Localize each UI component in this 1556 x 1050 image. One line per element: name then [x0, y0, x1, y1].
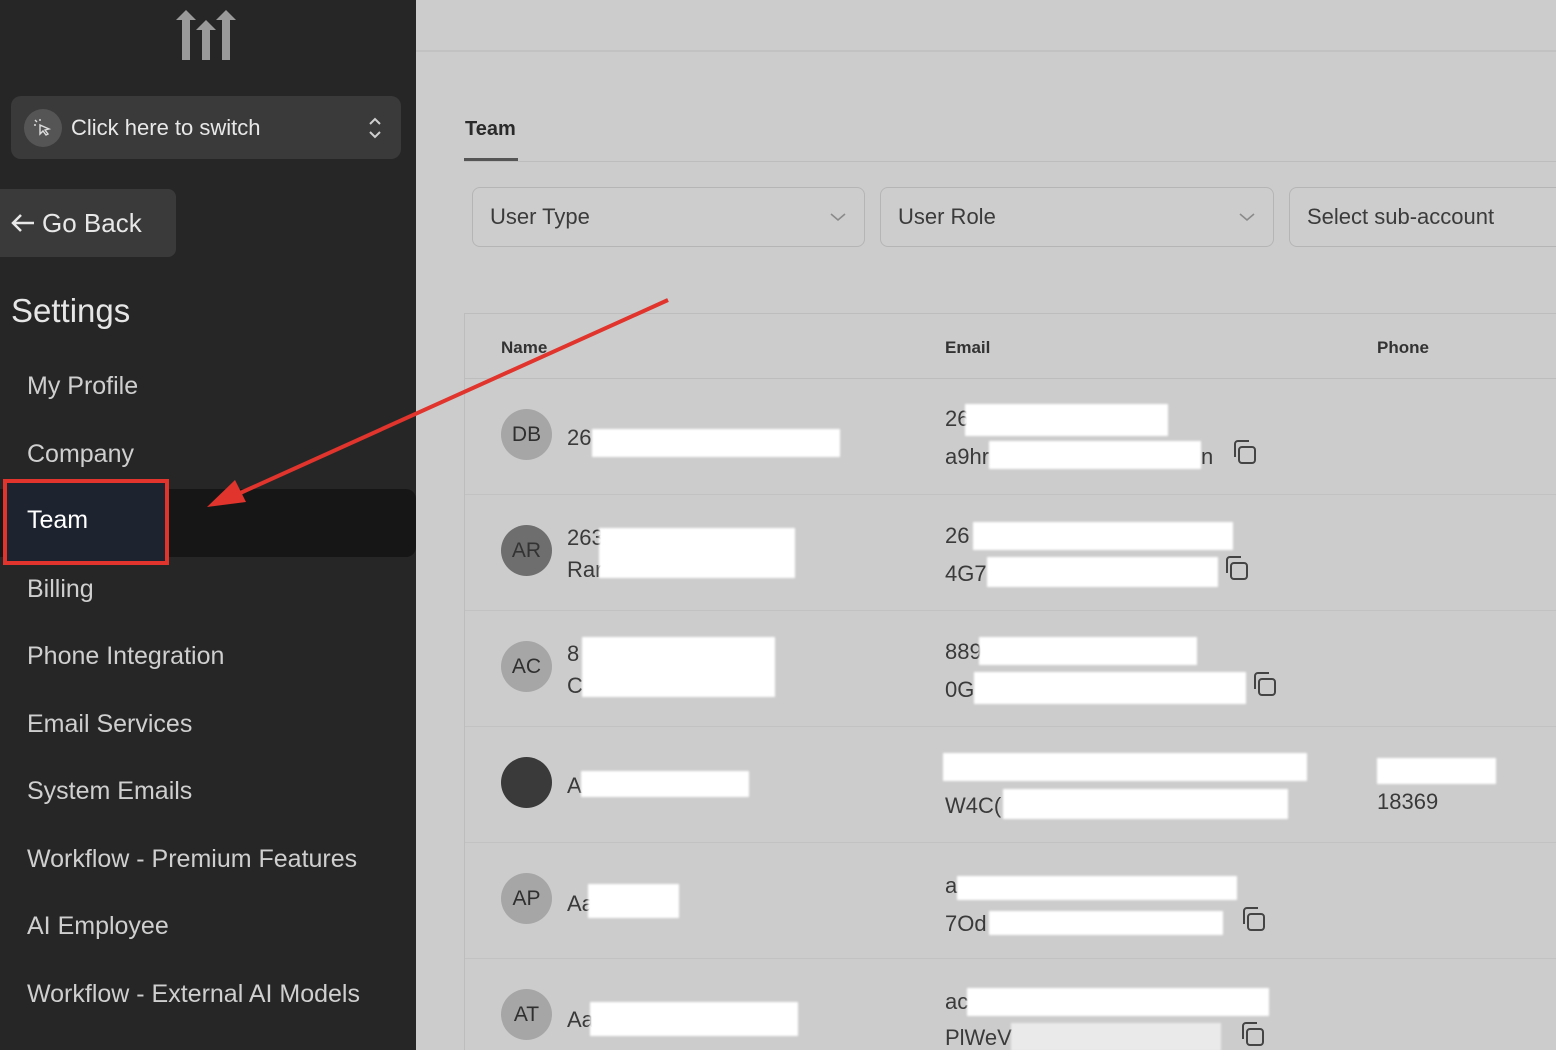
redaction — [590, 1002, 798, 1036]
redaction — [973, 522, 1233, 550]
avatar — [501, 757, 552, 808]
tab-team[interactable]: Team — [465, 118, 516, 141]
user-id: PlWeV — [945, 1025, 1012, 1050]
redaction — [1377, 758, 1496, 784]
chevron-up-down-icon — [369, 117, 381, 138]
switcher-label: Click here to switch — [71, 114, 261, 140]
column-header-email: Email — [945, 338, 991, 357]
redaction — [979, 637, 1197, 665]
sidebar-item-team[interactable]: Team — [27, 506, 88, 535]
copy-icon[interactable] — [1237, 1019, 1267, 1049]
sidebar-item-phone-integration[interactable]: Phone Integration — [27, 642, 224, 671]
user-type-select[interactable]: User Type — [472, 187, 865, 247]
avatar: AP — [501, 873, 552, 924]
user-email: 26 — [945, 523, 970, 548]
column-header-name: Name — [501, 338, 548, 357]
redaction — [967, 988, 1269, 1016]
sidebar-item-my-profile[interactable]: My Profile — [27, 372, 138, 401]
user-name-line2: C — [567, 673, 583, 698]
account-switcher[interactable]: Click here to switch — [11, 96, 401, 159]
avatar: AT — [501, 989, 552, 1040]
table-row[interactable]: A W4C( 18369 — [465, 727, 1556, 843]
user-role-label: User Role — [898, 204, 996, 229]
sidebar: Click here to switch Go Back Settings My… — [0, 0, 416, 1050]
sidebar-item-email-services[interactable]: Email Services — [27, 710, 192, 739]
user-id: W4C( — [945, 793, 1002, 818]
chevron-down-icon — [1239, 213, 1255, 222]
redaction — [989, 911, 1223, 935]
table-row[interactable]: AT Aa ac PlWeV — [465, 959, 1556, 1050]
redaction — [943, 753, 1307, 781]
user-id-tail: n — [1201, 444, 1214, 469]
user-name: A — [567, 773, 582, 798]
redaction — [957, 876, 1237, 900]
topbar-divider — [416, 50, 1556, 52]
redaction — [588, 884, 679, 918]
user-id: 4G7 — [945, 561, 987, 586]
main-content: Team User Type User Role Select sub-acco… — [416, 0, 1556, 1050]
user-role-select[interactable]: User Role — [880, 187, 1274, 247]
redaction — [599, 528, 795, 578]
copy-icon[interactable] — [1238, 904, 1268, 934]
user-name: 8 — [567, 641, 580, 666]
chevron-down-icon — [830, 213, 846, 222]
sidebar-item-billing[interactable]: Billing — [27, 575, 94, 604]
arrow-left-icon — [11, 214, 34, 232]
go-back-label: Go Back — [42, 207, 142, 238]
sidebar-item-company[interactable]: Company — [27, 440, 134, 469]
user-email: a — [945, 873, 958, 898]
redaction — [581, 771, 749, 797]
sub-account-label: Select sub-account — [1307, 204, 1495, 229]
user-email: ac — [945, 989, 969, 1014]
sidebar-item-workflow-premium[interactable]: Workflow - Premium Features — [27, 845, 357, 874]
team-table: Name Email Phone DB 26 26 a9hr n AR 263 … — [464, 313, 1556, 1050]
cursor-click-icon — [24, 108, 62, 147]
tab-divider — [464, 161, 1556, 162]
redaction — [1003, 789, 1288, 819]
user-name-line2: Rar — [567, 557, 603, 582]
redaction — [582, 637, 775, 697]
copy-icon[interactable] — [1229, 437, 1259, 467]
user-id: 0G — [945, 677, 975, 702]
user-id: a9hr — [945, 444, 990, 469]
user-email: 889 — [945, 639, 982, 664]
sub-account-select[interactable]: Select sub-account — [1289, 187, 1556, 247]
table-row[interactable]: AR 263 Rar 26 4G7 — [465, 495, 1556, 611]
user-phone: 18369 — [1377, 789, 1439, 814]
user-type-label: User Type — [490, 204, 590, 229]
redaction — [592, 429, 840, 457]
user-name: 26 — [567, 425, 592, 450]
copy-icon[interactable] — [1249, 669, 1279, 699]
table-row[interactable]: AP Aa a 7Od — [465, 843, 1556, 959]
redaction — [1011, 1023, 1221, 1050]
redaction — [987, 557, 1218, 587]
avatar: DB — [501, 409, 552, 460]
redaction — [989, 441, 1201, 469]
user-id: 7Od — [945, 911, 987, 936]
table-row[interactable]: DB 26 26 a9hr n — [465, 379, 1556, 495]
sidebar-item-workflow-external-ai[interactable]: Workflow - External AI Models — [27, 980, 360, 1009]
redaction — [974, 672, 1246, 704]
app-logo — [176, 10, 236, 60]
column-header-phone: Phone — [1377, 338, 1429, 357]
settings-title: Settings — [11, 292, 131, 329]
avatar: AC — [501, 641, 552, 692]
copy-icon[interactable] — [1221, 553, 1251, 583]
table-row[interactable]: AC 8 C 889 0G — [465, 611, 1556, 727]
sidebar-item-system-emails[interactable]: System Emails — [27, 777, 192, 806]
go-back-button[interactable]: Go Back — [0, 189, 176, 257]
avatar: AR — [501, 525, 552, 576]
sidebar-item-ai-employee[interactable]: AI Employee — [27, 912, 169, 941]
redaction — [965, 404, 1168, 436]
